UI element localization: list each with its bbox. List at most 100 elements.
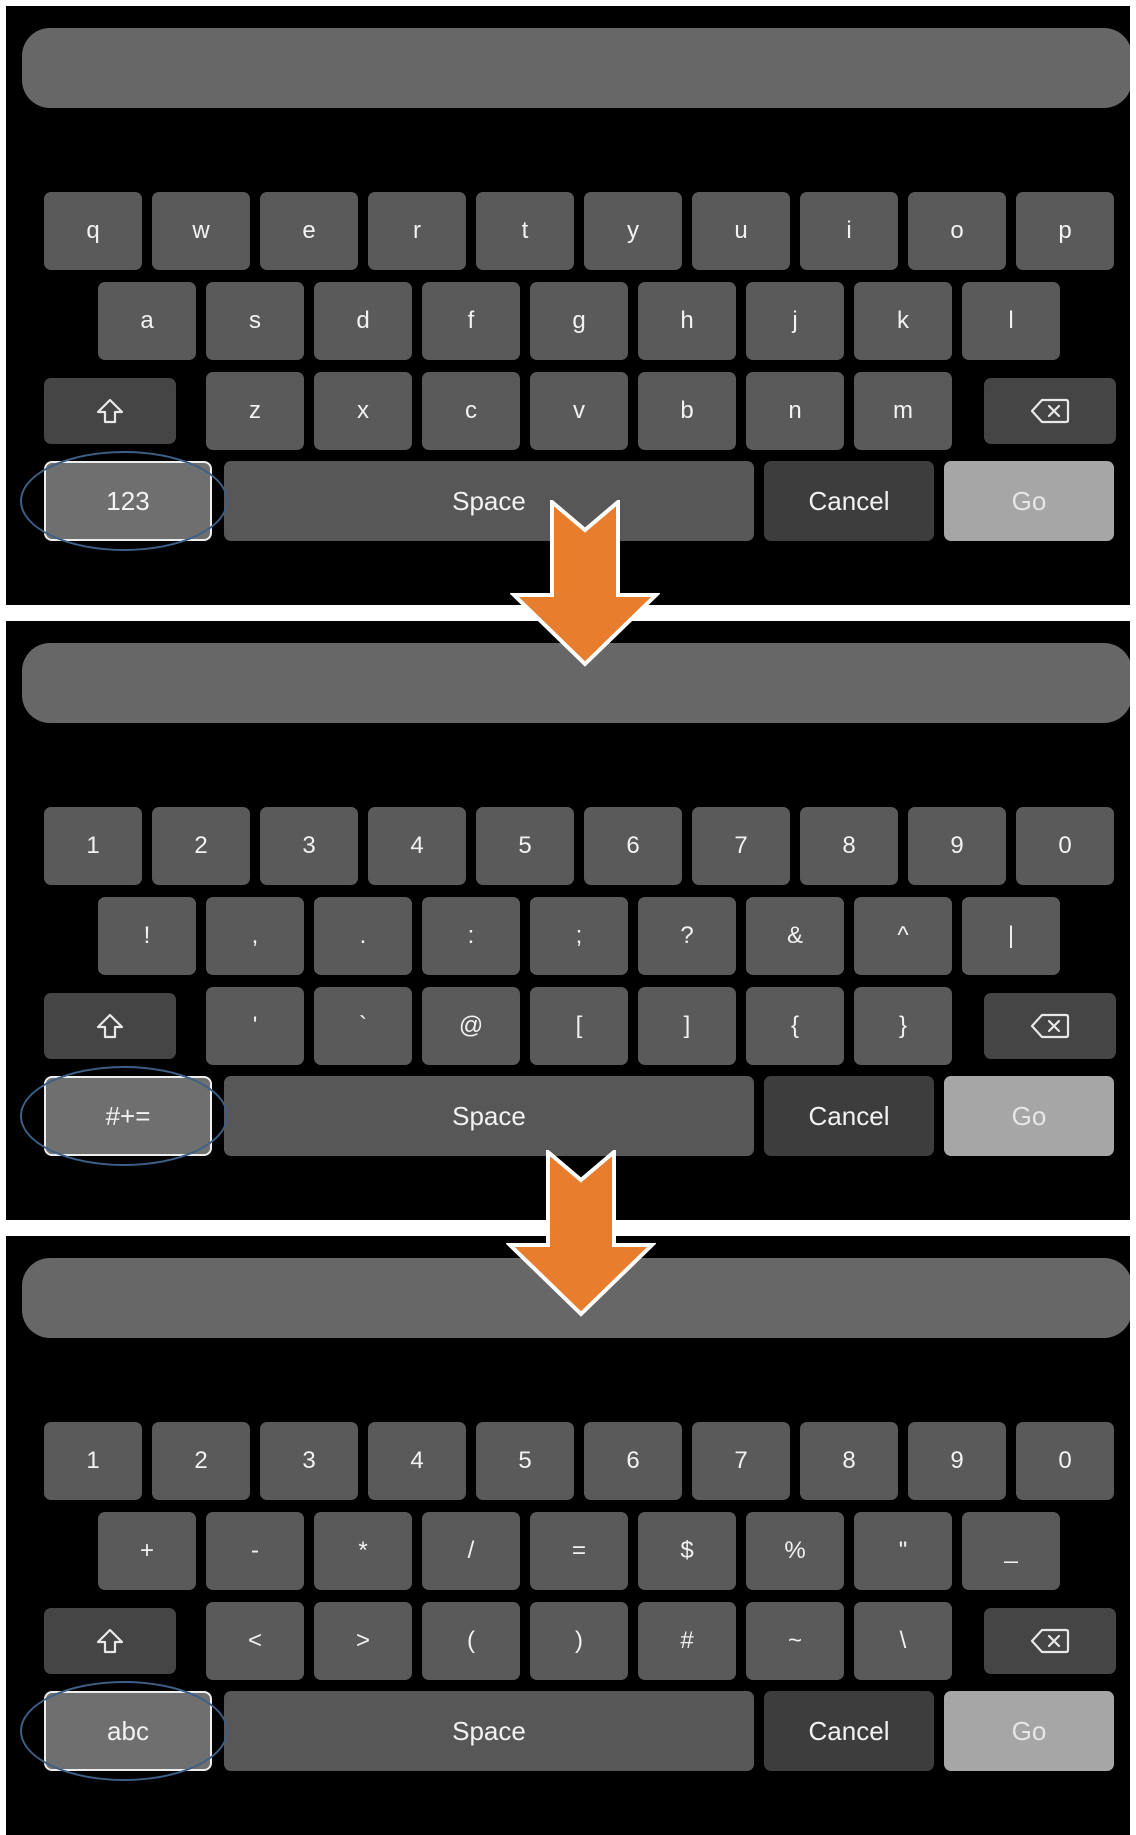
space-key[interactable]: Space bbox=[224, 461, 754, 541]
key[interactable]: h bbox=[638, 282, 736, 360]
key[interactable]: u bbox=[692, 192, 790, 270]
go-key[interactable]: Go bbox=[944, 1076, 1114, 1156]
key[interactable]: { bbox=[746, 987, 844, 1065]
key[interactable]: r bbox=[368, 192, 466, 270]
key[interactable]: % bbox=[746, 1512, 844, 1590]
key[interactable]: < bbox=[206, 1602, 304, 1680]
shift-key[interactable] bbox=[44, 378, 176, 444]
toggle-123-key[interactable]: 123 bbox=[44, 461, 212, 541]
key[interactable]: 1 bbox=[44, 807, 142, 885]
toggle-symbols-key[interactable]: #+= bbox=[44, 1076, 212, 1156]
key[interactable]: + bbox=[98, 1512, 196, 1590]
key[interactable]: m bbox=[854, 372, 952, 450]
key[interactable]: @ bbox=[422, 987, 520, 1065]
key[interactable]: 8 bbox=[800, 1422, 898, 1500]
key[interactable]: o bbox=[908, 192, 1006, 270]
key[interactable]: ] bbox=[638, 987, 736, 1065]
cancel-key[interactable]: Cancel bbox=[764, 461, 934, 541]
key[interactable]: ! bbox=[98, 897, 196, 975]
keyboard-panel-symbols: 1 2 3 4 5 6 7 8 9 0 + - * / = $ % " _ < … bbox=[6, 1236, 1130, 1835]
key[interactable]: a bbox=[98, 282, 196, 360]
key[interactable]: 5 bbox=[476, 1422, 574, 1500]
space-key[interactable]: Space bbox=[224, 1691, 754, 1771]
key[interactable]: t bbox=[476, 192, 574, 270]
key[interactable]: 0 bbox=[1016, 807, 1114, 885]
key[interactable]: : bbox=[422, 897, 520, 975]
backspace-key[interactable] bbox=[984, 1608, 1116, 1674]
key[interactable]: 6 bbox=[584, 1422, 682, 1500]
key[interactable]: ^ bbox=[854, 897, 952, 975]
key[interactable]: b bbox=[638, 372, 736, 450]
key[interactable]: d bbox=[314, 282, 412, 360]
key[interactable]: [ bbox=[530, 987, 628, 1065]
key[interactable]: v bbox=[530, 372, 628, 450]
key[interactable]: 4 bbox=[368, 1422, 466, 1500]
backspace-key[interactable] bbox=[984, 378, 1116, 444]
toggle-abc-key[interactable]: abc bbox=[44, 1691, 212, 1771]
go-key[interactable]: Go bbox=[944, 461, 1114, 541]
key[interactable]: q bbox=[44, 192, 142, 270]
shift-key[interactable] bbox=[44, 1608, 176, 1674]
key[interactable]: z bbox=[206, 372, 304, 450]
key[interactable]: 3 bbox=[260, 807, 358, 885]
key[interactable]: x bbox=[314, 372, 412, 450]
key[interactable]: f bbox=[422, 282, 520, 360]
key[interactable]: & bbox=[746, 897, 844, 975]
key[interactable]: 2 bbox=[152, 1422, 250, 1500]
key[interactable]: w bbox=[152, 192, 250, 270]
key[interactable]: 0 bbox=[1016, 1422, 1114, 1500]
text-input-field[interactable] bbox=[22, 1258, 1130, 1338]
key[interactable]: # bbox=[638, 1602, 736, 1680]
key[interactable]: j bbox=[746, 282, 844, 360]
key[interactable]: 9 bbox=[908, 1422, 1006, 1500]
key[interactable]: 8 bbox=[800, 807, 898, 885]
key[interactable]: 1 bbox=[44, 1422, 142, 1500]
key[interactable]: } bbox=[854, 987, 952, 1065]
key[interactable]: . bbox=[314, 897, 412, 975]
key[interactable]: e bbox=[260, 192, 358, 270]
key[interactable]: , bbox=[206, 897, 304, 975]
shift-key[interactable] bbox=[44, 993, 176, 1059]
key[interactable]: | bbox=[962, 897, 1060, 975]
key[interactable]: 5 bbox=[476, 807, 574, 885]
key[interactable]: ` bbox=[314, 987, 412, 1065]
key[interactable]: _ bbox=[962, 1512, 1060, 1590]
key[interactable]: 9 bbox=[908, 807, 1006, 885]
key[interactable]: / bbox=[422, 1512, 520, 1590]
key[interactable]: 4 bbox=[368, 807, 466, 885]
key[interactable]: ? bbox=[638, 897, 736, 975]
key[interactable]: s bbox=[206, 282, 304, 360]
key[interactable]: " bbox=[854, 1512, 952, 1590]
space-key[interactable]: Space bbox=[224, 1076, 754, 1156]
key[interactable]: 6 bbox=[584, 807, 682, 885]
key[interactable]: = bbox=[530, 1512, 628, 1590]
key[interactable]: y bbox=[584, 192, 682, 270]
key[interactable]: l bbox=[962, 282, 1060, 360]
key[interactable]: i bbox=[800, 192, 898, 270]
key[interactable]: * bbox=[314, 1512, 412, 1590]
key[interactable]: $ bbox=[638, 1512, 736, 1590]
cancel-key[interactable]: Cancel bbox=[764, 1076, 934, 1156]
key[interactable]: 7 bbox=[692, 1422, 790, 1500]
key[interactable]: 2 bbox=[152, 807, 250, 885]
key[interactable]: n bbox=[746, 372, 844, 450]
go-key[interactable]: Go bbox=[944, 1691, 1114, 1771]
key[interactable]: ~ bbox=[746, 1602, 844, 1680]
key[interactable]: \ bbox=[854, 1602, 952, 1680]
key[interactable]: ' bbox=[206, 987, 304, 1065]
text-input-field[interactable] bbox=[22, 643, 1130, 723]
key[interactable]: k bbox=[854, 282, 952, 360]
key[interactable]: ; bbox=[530, 897, 628, 975]
key[interactable]: g bbox=[530, 282, 628, 360]
key[interactable]: c bbox=[422, 372, 520, 450]
key[interactable]: - bbox=[206, 1512, 304, 1590]
text-input-field[interactable] bbox=[22, 28, 1130, 108]
key[interactable]: 3 bbox=[260, 1422, 358, 1500]
key[interactable]: > bbox=[314, 1602, 412, 1680]
key[interactable]: ) bbox=[530, 1602, 628, 1680]
key[interactable]: 7 bbox=[692, 807, 790, 885]
backspace-key[interactable] bbox=[984, 993, 1116, 1059]
cancel-key[interactable]: Cancel bbox=[764, 1691, 934, 1771]
key[interactable]: p bbox=[1016, 192, 1114, 270]
key[interactable]: ( bbox=[422, 1602, 520, 1680]
